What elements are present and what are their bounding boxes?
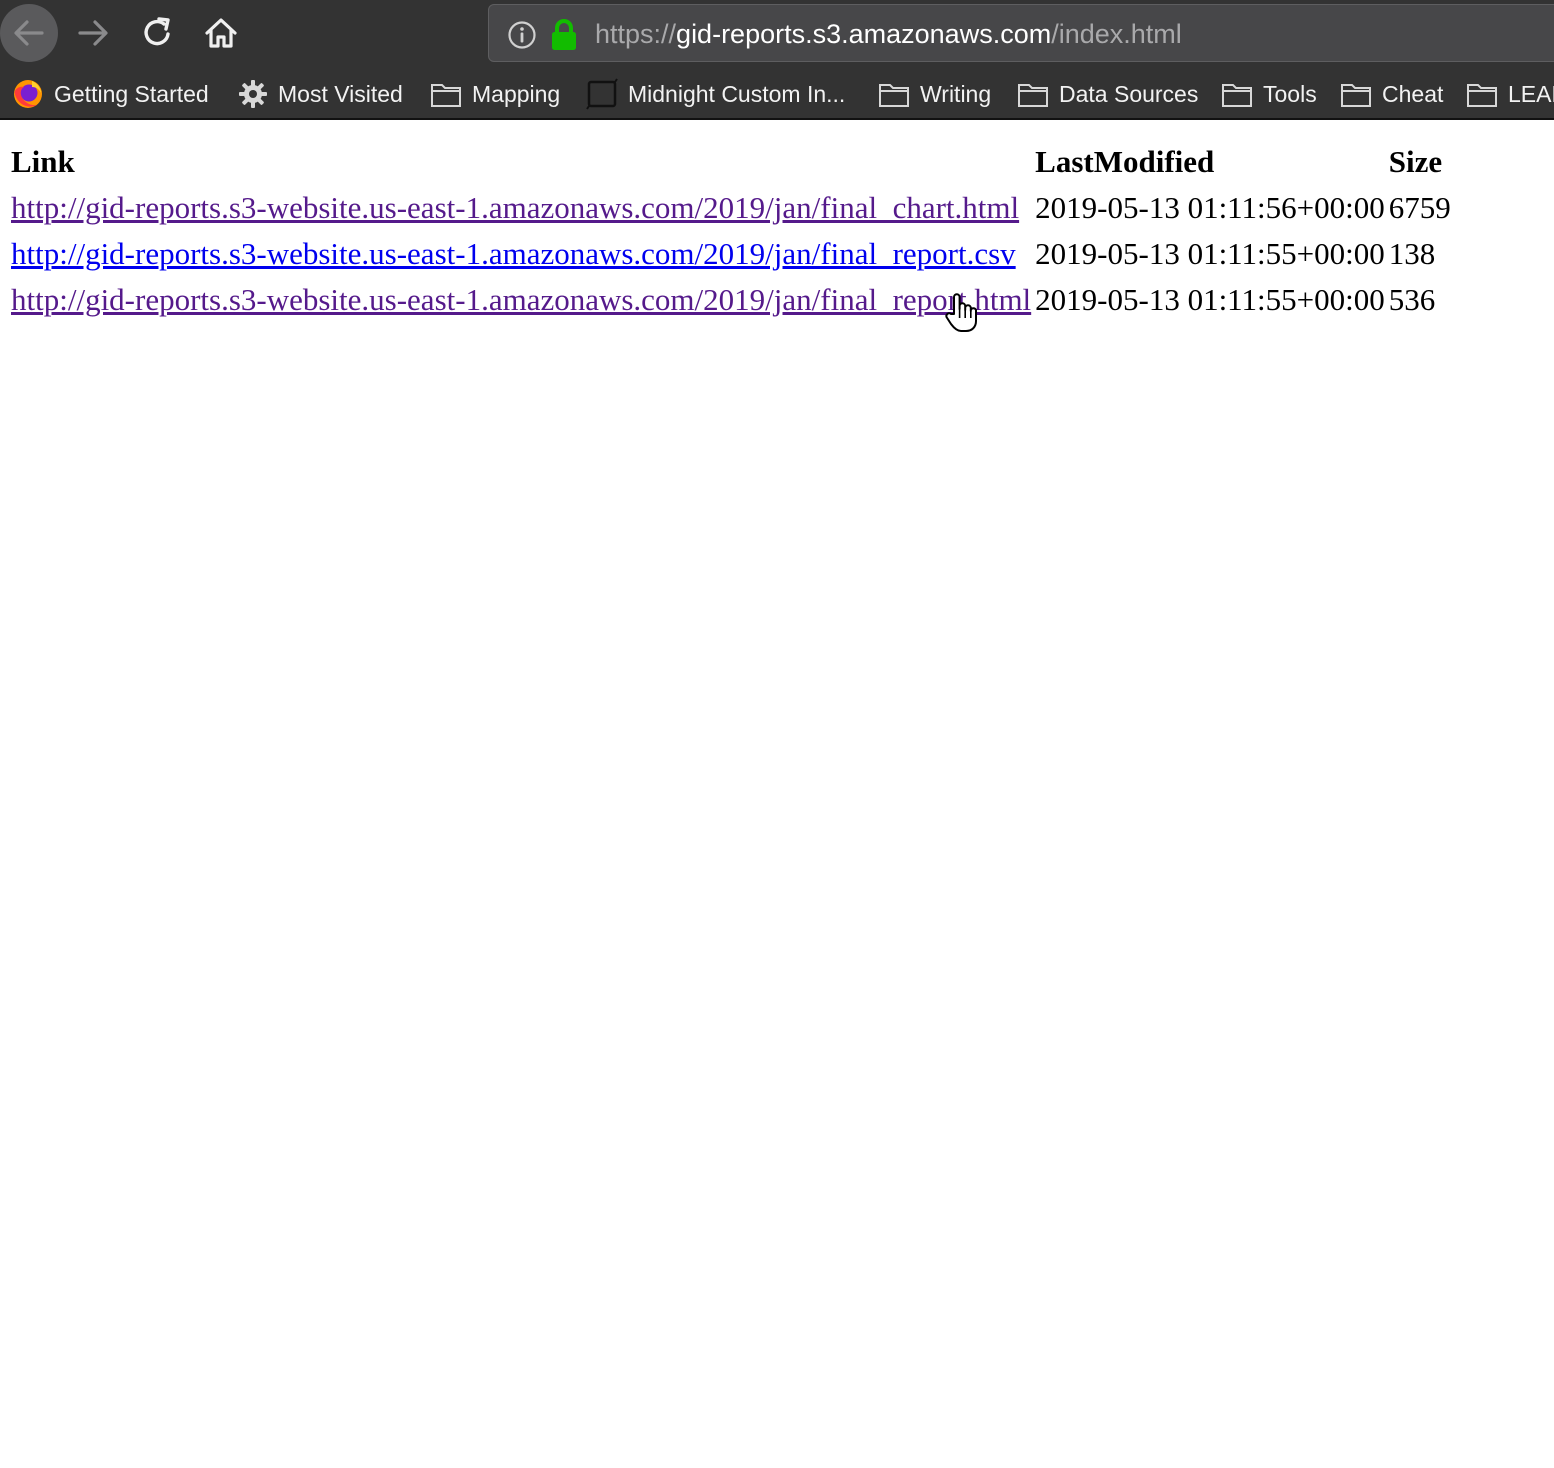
bookmark-midnight-custom[interactable]: Midnight Custom In... (586, 70, 845, 118)
bookmark-label: LEAR (1508, 80, 1554, 107)
bookmark-label: Data Sources (1059, 80, 1199, 107)
back-button[interactable] (0, 4, 58, 62)
file-link[interactable]: http://gid-reports.s3-website.us-east-1.… (11, 190, 1019, 225)
bookmark-label: Most Visited (278, 80, 403, 107)
link-cell: http://gid-reports.s3-website.us-east-1.… (10, 186, 1032, 230)
link-cell: http://gid-reports.s3-website.us-east-1.… (10, 232, 1032, 276)
reload-icon (144, 17, 170, 46)
lock-icon[interactable] (549, 18, 579, 52)
last-modified-cell: 2019-05-13 01:11:55+00:00 (1035, 236, 1385, 271)
column-header-size: Size (1388, 144, 1443, 179)
bookmark-label: Midnight Custom In... (628, 80, 846, 107)
size-cell: 138 (1388, 236, 1436, 271)
bookmark-label: Cheat (1382, 80, 1444, 107)
table-row: http://gid-reports.s3-website.us-east-1.… (10, 278, 1452, 322)
table-row: http://gid-reports.s3-website.us-east-1.… (10, 232, 1452, 276)
folder-icon (1222, 84, 1252, 107)
table-row: http://gid-reports.s3-website.us-east-1.… (10, 186, 1452, 230)
folder-icon (1341, 84, 1371, 107)
bookmark-getting-started[interactable]: Getting Started (12, 70, 209, 118)
bookmark-label: Mapping (472, 80, 561, 107)
bookmark-folder-writing[interactable]: Writing (878, 70, 991, 118)
size-cell: 536 (1388, 282, 1436, 317)
arrow-left-icon (14, 20, 44, 46)
bookmark-folder-cheat[interactable]: Cheat (1340, 70, 1443, 118)
firefox-icon (14, 80, 42, 108)
bookmark-folder-lear[interactable]: LEAR (1466, 70, 1554, 118)
address-bar[interactable]: https://gid-reports.s3.amazonaws.com/ind… (488, 4, 1554, 62)
gear-icon (239, 80, 267, 108)
info-icon[interactable] (507, 20, 537, 50)
bookmark-folder-mapping[interactable]: Mapping (430, 70, 560, 118)
folder-icon (431, 84, 461, 107)
bookmark-label: Tools (1263, 80, 1317, 107)
column-header-link: Link (11, 144, 75, 179)
home-icon (205, 18, 237, 48)
folder-icon (1467, 84, 1497, 107)
table-header-row: Link LastModified Size (10, 140, 1452, 184)
folder-icon (879, 84, 909, 107)
reload-button[interactable] (128, 4, 186, 62)
bookmarks-toolbar: Getting Started Most Visited Mapping Mid… (0, 70, 1554, 120)
last-modified-cell: 2019-05-13 01:11:56+00:00 (1035, 190, 1385, 225)
browser-toolbar: https://gid-reports.s3.amazonaws.com/ind… (0, 0, 1554, 70)
bookmark-folder-data-sources[interactable]: Data Sources (1017, 70, 1198, 118)
url-text[interactable]: https://gid-reports.s3.amazonaws.com/ind… (595, 18, 1182, 50)
home-button[interactable] (192, 4, 250, 62)
arrow-right-icon (78, 20, 108, 46)
bookmark-page-icon (586, 78, 618, 110)
url-path: /index.html (1051, 19, 1182, 49)
file-link[interactable]: http://gid-reports.s3-website.us-east-1.… (11, 236, 1016, 271)
bookmark-folder-tools[interactable]: Tools (1221, 70, 1317, 118)
bookmark-label: Writing (920, 80, 992, 107)
folder-icon (1018, 84, 1048, 107)
bookmark-label: Getting Started (54, 80, 209, 107)
url-scheme: https:// (595, 19, 677, 49)
last-modified-cell: 2019-05-13 01:11:55+00:00 (1035, 282, 1385, 317)
size-cell: 6759 (1388, 190, 1451, 225)
file-listing-table: Link LastModified Size http://gid-report… (8, 138, 1454, 324)
bookmark-most-visited[interactable]: Most Visited (238, 70, 403, 118)
file-link[interactable]: http://gid-reports.s3-website.us-east-1.… (11, 282, 1031, 317)
url-domain: gid-reports.s3.amazonaws.com (676, 19, 1052, 49)
link-cell: http://gid-reports.s3-website.us-east-1.… (10, 278, 1032, 322)
column-header-last-modified: LastModified (1035, 144, 1215, 179)
forward-button[interactable] (64, 4, 122, 62)
